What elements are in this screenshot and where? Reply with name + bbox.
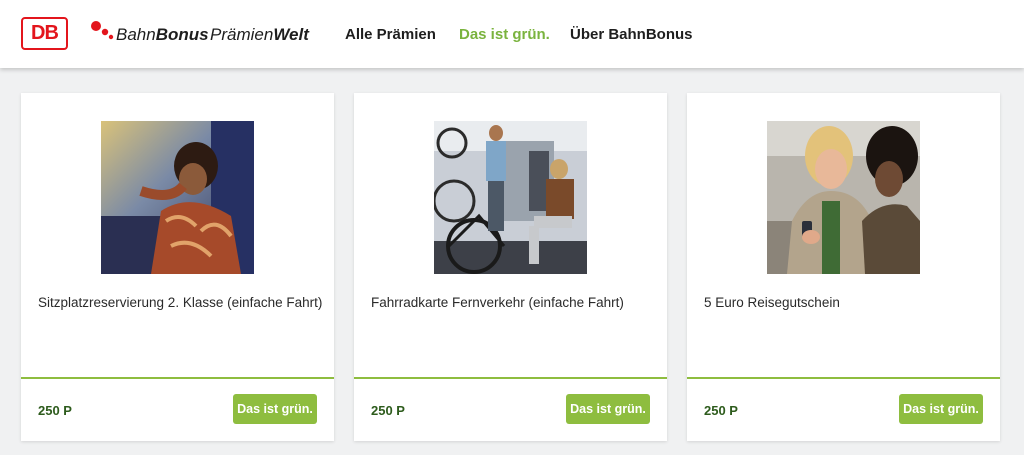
brand-bold: Bonus <box>155 25 209 44</box>
nav-ueber-bahnbonus[interactable]: Über BahnBonus <box>570 26 693 43</box>
db-logo-text: DB <box>31 22 59 44</box>
db-logo[interactable]: DB <box>21 17 68 50</box>
bike-compartment-photo <box>434 121 587 274</box>
card-points: 250 P <box>38 403 72 418</box>
bahnbonus-logo[interactable]: BahnBonus <box>116 25 209 45</box>
subbrand-regular: Prämien <box>210 25 274 44</box>
card-divider <box>354 377 667 379</box>
nav-das-ist-gruen[interactable]: Das ist grün. <box>459 26 550 43</box>
subbrand-bold: Welt <box>273 25 309 44</box>
card-points: 250 P <box>704 403 738 418</box>
praemienwelt-logo[interactable]: PrämienWelt <box>210 25 309 45</box>
card-title: Fahrradkarte Fernverkehr (einfache Fahrt… <box>371 295 624 310</box>
card-title: Sitzplatzreservierung 2. Klasse (einfach… <box>38 295 323 310</box>
two-women-phone-photo <box>767 121 920 274</box>
woman-on-train-photo <box>101 121 254 274</box>
bahnbonus-dots-icon <box>91 21 114 40</box>
card-divider <box>21 377 334 379</box>
site-header: DB BahnBonus PrämienWelt Alle Prämien Da… <box>0 0 1024 68</box>
card-divider <box>687 377 1000 379</box>
reward-card-bike-ticket[interactable]: Fahrradkarte Fernverkehr (einfache Fahrt… <box>354 93 667 441</box>
card-title: 5 Euro Reisegutschein <box>704 295 840 310</box>
nav-alle-praemien[interactable]: Alle Prämien <box>345 26 436 43</box>
reward-card-travel-voucher[interactable]: 5 Euro Reisegutschein 250 P Das ist grün… <box>687 93 1000 441</box>
brand-regular: Bahn <box>116 25 156 44</box>
das-ist-gruen-button[interactable]: Das ist grün. <box>566 394 650 424</box>
das-ist-gruen-button[interactable]: Das ist grün. <box>899 394 983 424</box>
das-ist-gruen-button[interactable]: Das ist grün. <box>233 394 317 424</box>
reward-card-seat-reservation[interactable]: Sitzplatzreservierung 2. Klasse (einfach… <box>21 93 334 441</box>
card-points: 250 P <box>371 403 405 418</box>
